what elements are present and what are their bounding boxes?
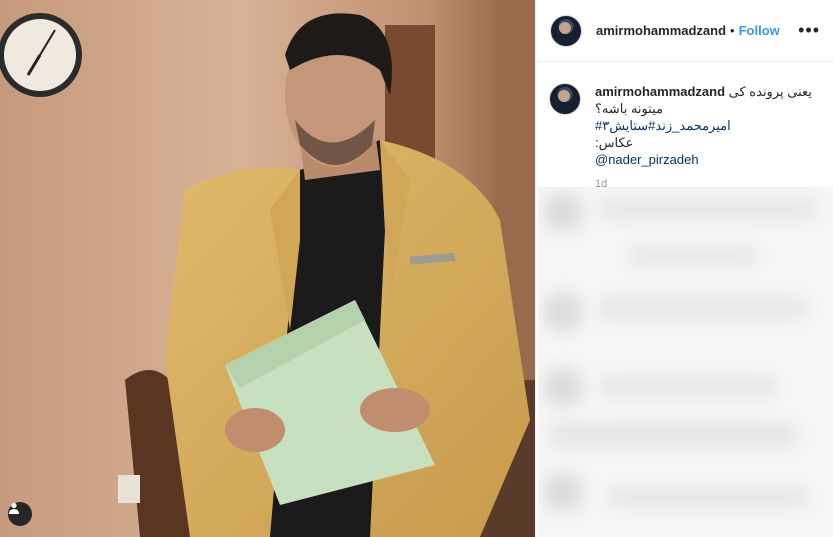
header-separator: • — [730, 23, 735, 38]
caption-photo-credit: عکاس: — [595, 135, 634, 150]
blurred-comment — [598, 377, 778, 397]
post-header: amirmohammadzand • Follow ••• — [536, 0, 833, 62]
person-icon — [9, 502, 19, 514]
blurred-avatar — [543, 367, 583, 407]
post-photo-illustration — [0, 0, 535, 537]
blurred-avatar — [543, 292, 583, 332]
caption-avatar[interactable] — [549, 83, 581, 115]
avatar[interactable] — [550, 14, 582, 47]
more-options-icon[interactable]: ••• — [798, 20, 820, 41]
blurred-comment — [628, 247, 758, 265]
blurred-comment — [598, 199, 818, 219]
caption-line-1: یعنی پرونده کی — [728, 84, 812, 99]
caption-hashtags[interactable]: امیرمحمد_زند#ستایش۳# — [595, 117, 821, 134]
blurred-avatar — [543, 472, 583, 512]
comments-area — [538, 187, 833, 537]
caption-line-2: میتونه باشه؟ — [595, 101, 664, 116]
post-caption: amirmohammadzand یعنی پرونده کی میتونه ب… — [549, 83, 821, 168]
blurred-comment — [548, 422, 798, 448]
blurred-comment — [598, 297, 808, 319]
header-username[interactable]: amirmohammadzand — [596, 23, 726, 38]
caption-username[interactable]: amirmohammadzand — [595, 84, 725, 99]
user-tag-icon[interactable] — [8, 502, 32, 526]
caption-mention[interactable]: @nader_pirzadeh — [595, 151, 821, 168]
blurred-comment — [608, 487, 808, 507]
follow-button[interactable]: Follow — [739, 23, 780, 38]
post-photo[interactable] — [0, 0, 535, 537]
blurred-avatar — [543, 192, 583, 232]
